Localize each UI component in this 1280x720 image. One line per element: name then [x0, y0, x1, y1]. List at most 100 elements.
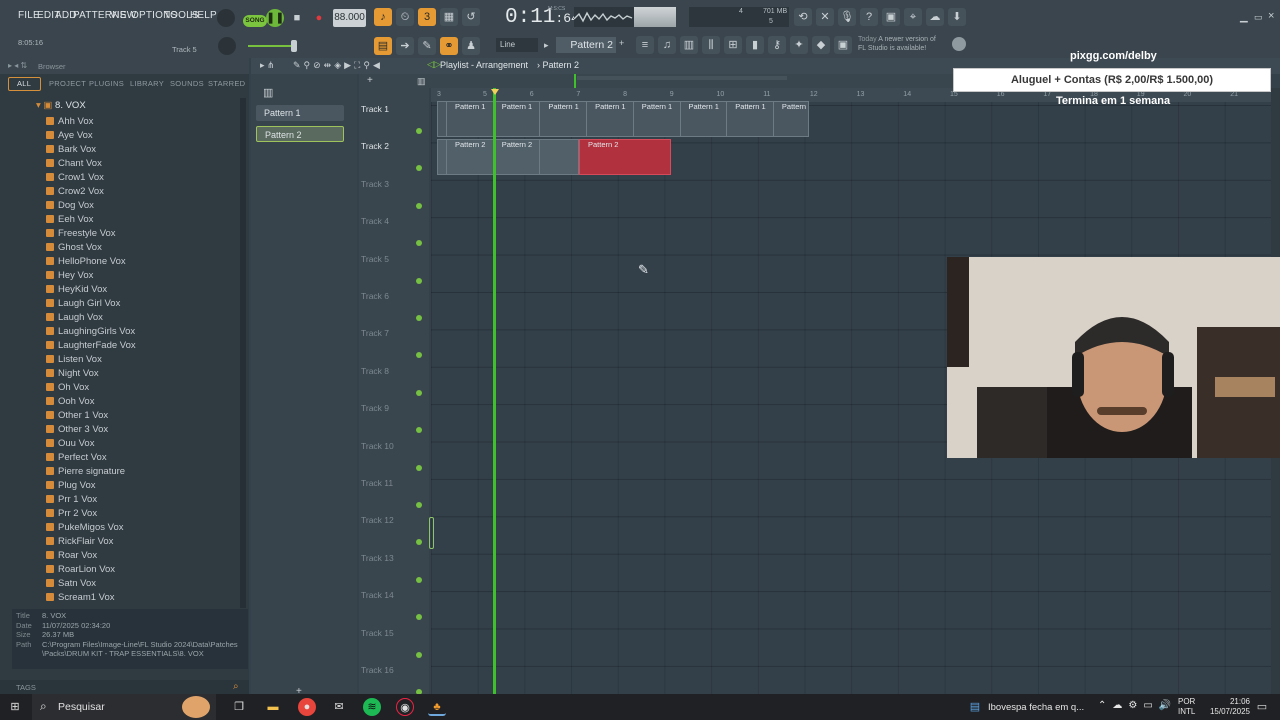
- volume-slider[interactable]: [248, 45, 296, 47]
- track-label[interactable]: Track 10: [361, 441, 394, 451]
- track-label[interactable]: Track 1: [361, 104, 389, 114]
- browser-item[interactable]: Listen Vox: [46, 353, 102, 367]
- undo-icon[interactable]: ⟲: [794, 8, 812, 26]
- track-mute-led[interactable]: [416, 352, 422, 359]
- browser-item[interactable]: Eeh Vox: [46, 213, 93, 227]
- pattern-1-clip[interactable]: Pattern 1: [726, 102, 772, 136]
- browser-item[interactable]: LaughingGirls Vox: [46, 325, 135, 339]
- browser-item[interactable]: Scream1 Vox: [46, 591, 115, 605]
- project-icon[interactable]: ▮: [746, 36, 764, 54]
- countdown-icon[interactable]: 3: [418, 8, 436, 26]
- close-icon[interactable]: ×: [1268, 10, 1274, 22]
- record-audio-icon[interactable]: ◆: [812, 36, 830, 54]
- tab-plugins[interactable]: PLUGINS: [89, 79, 124, 88]
- browser-item[interactable]: Oh Vox: [46, 381, 89, 395]
- pattern-item-2[interactable]: Pattern 2: [256, 126, 344, 142]
- keyboard-language[interactable]: POR INTL: [1178, 697, 1195, 717]
- playhead-marker[interactable]: [491, 89, 499, 95]
- clip-pattern-2-b[interactable]: Pattern 2: [579, 139, 671, 175]
- clock[interactable]: 21:06 15/07/2025: [1200, 697, 1250, 717]
- tempo-display[interactable]: 88.000: [333, 9, 366, 27]
- download-icon[interactable]: ⬇: [948, 8, 966, 26]
- browser-item[interactable]: Chant Vox: [46, 157, 102, 171]
- tab-all[interactable]: ALL: [17, 79, 31, 88]
- browser-item[interactable]: Bark Vox: [46, 143, 96, 157]
- time-display[interactable]: 0:11:64: [505, 6, 579, 29]
- menu-help[interactable]: HELP: [190, 10, 217, 21]
- song-mode-toggle[interactable]: SONG: [243, 15, 267, 27]
- news-widget-icon[interactable]: ▤: [966, 698, 984, 716]
- master-volume-knob[interactable]: [217, 9, 235, 27]
- track-label[interactable]: Track 5: [361, 254, 389, 264]
- link-icon[interactable]: ⚭: [440, 37, 458, 55]
- prev-pattern-icon[interactable]: ▸: [544, 38, 553, 52]
- browser-item[interactable]: Satn Vox: [46, 577, 96, 591]
- track-mute-led[interactable]: [416, 614, 422, 621]
- track-label[interactable]: Track 11: [361, 478, 393, 488]
- browser-item[interactable]: Plug Vox: [46, 479, 96, 493]
- add-pattern-icon[interactable]: +: [619, 38, 624, 48]
- browser-item[interactable]: Crow1 Vox: [46, 171, 104, 185]
- browser-item[interactable]: HelloPhone Vox: [46, 255, 126, 269]
- volume-slider-handle[interactable]: [291, 40, 297, 52]
- step-edit-icon[interactable]: ▦: [440, 8, 458, 26]
- search-icon[interactable]: ⌕: [233, 681, 239, 692]
- track-mute-led[interactable]: [416, 576, 422, 583]
- playlist-options-icon[interactable]: ▸ ⋔: [260, 60, 275, 71]
- snap-select[interactable]: Line: [496, 38, 538, 52]
- record-button[interactable]: ●: [310, 9, 328, 27]
- tab-starred[interactable]: STARRED: [208, 79, 245, 88]
- plugin-picker-icon[interactable]: ⚷: [768, 36, 786, 54]
- track-mute-led[interactable]: [416, 539, 422, 546]
- wait-input-icon[interactable]: ⏲: [396, 8, 414, 26]
- pattern-2-clip[interactable]: [539, 140, 578, 174]
- plugin-icon[interactable]: ⌖: [904, 8, 922, 26]
- touch-controller-icon[interactable]: ✦: [790, 36, 808, 54]
- track-label[interactable]: Track 16: [361, 665, 394, 675]
- browser-item[interactable]: Laugh Vox: [46, 311, 103, 325]
- pause-button[interactable]: ❚❚: [266, 9, 284, 27]
- track-label[interactable]: Track 4: [361, 216, 389, 226]
- obs-icon[interactable]: ◉: [396, 698, 414, 716]
- update-notice[interactable]: Today A newer version of FL Studio is ava…: [858, 35, 936, 53]
- online-status-icon[interactable]: [952, 37, 966, 51]
- channel-rack-icon[interactable]: ▥: [680, 36, 698, 54]
- metronome-icon[interactable]: ♪: [374, 8, 392, 26]
- pattern-1-clip[interactable]: Pattern 1: [632, 102, 679, 136]
- track-label[interactable]: Track 12: [361, 515, 394, 525]
- browser-item[interactable]: Hey Vox: [46, 269, 93, 283]
- pattern-selector[interactable]: Pattern 2: [556, 37, 616, 53]
- tray-icons[interactable]: ⌃☁⚙▭🔊: [1098, 700, 1177, 711]
- browser-item[interactable]: Prr 2 Vox: [46, 507, 97, 521]
- track-label[interactable]: Track 9: [361, 403, 389, 413]
- track-label[interactable]: Track 3: [361, 179, 389, 189]
- browser-item[interactable]: Prr 1 Vox: [46, 493, 97, 507]
- playlist-tools-icons[interactable]: ✎⚲⊘⇹◈▶⛶⚲◀: [293, 60, 383, 71]
- chat-icon[interactable]: ☁: [926, 8, 944, 26]
- browser-item[interactable]: Crow2 Vox: [46, 185, 104, 199]
- windows-start-icon[interactable]: ⊞: [6, 698, 24, 716]
- chrome-icon[interactable]: ●: [298, 698, 316, 716]
- tags-label[interactable]: TAGS: [16, 683, 36, 692]
- fl-studio-icon[interactable]: ♣: [428, 698, 446, 716]
- tab-library[interactable]: LIBRARY: [130, 79, 164, 88]
- save-icon[interactable]: ▣: [882, 8, 900, 26]
- minimize-icon[interactable]: ▁: [1240, 12, 1248, 23]
- news-widget[interactable]: Ibovespa fecha em q...: [988, 702, 1084, 713]
- taskbar-search[interactable]: ⌕ Pesquisar: [32, 694, 216, 720]
- play-arrow-icon[interactable]: ➔: [396, 37, 414, 55]
- track-mute-led[interactable]: [416, 315, 422, 321]
- pattern-1-clip[interactable]: Pattern 1: [772, 102, 808, 136]
- track-label[interactable]: Track 15: [361, 628, 394, 638]
- browser-item[interactable]: RoarLion Vox: [46, 563, 115, 577]
- help-icon[interactable]: ?: [860, 8, 878, 26]
- browser-item[interactable]: Laugh Girl Vox: [46, 297, 120, 311]
- track-label[interactable]: Track 2: [361, 141, 389, 151]
- track-mute-led[interactable]: [416, 128, 422, 134]
- playlist-arrow-icon[interactable]: ◁▷: [427, 59, 441, 70]
- browser-nav-icons[interactable]: ▸ ◂ ⇅: [8, 61, 27, 70]
- loop-record-icon[interactable]: ↺: [462, 8, 480, 26]
- pattern-2-clip[interactable]: Pattern 2: [446, 140, 492, 174]
- track-label[interactable]: Track 7: [361, 328, 389, 338]
- marketplace-icon[interactable]: ▣: [834, 36, 852, 54]
